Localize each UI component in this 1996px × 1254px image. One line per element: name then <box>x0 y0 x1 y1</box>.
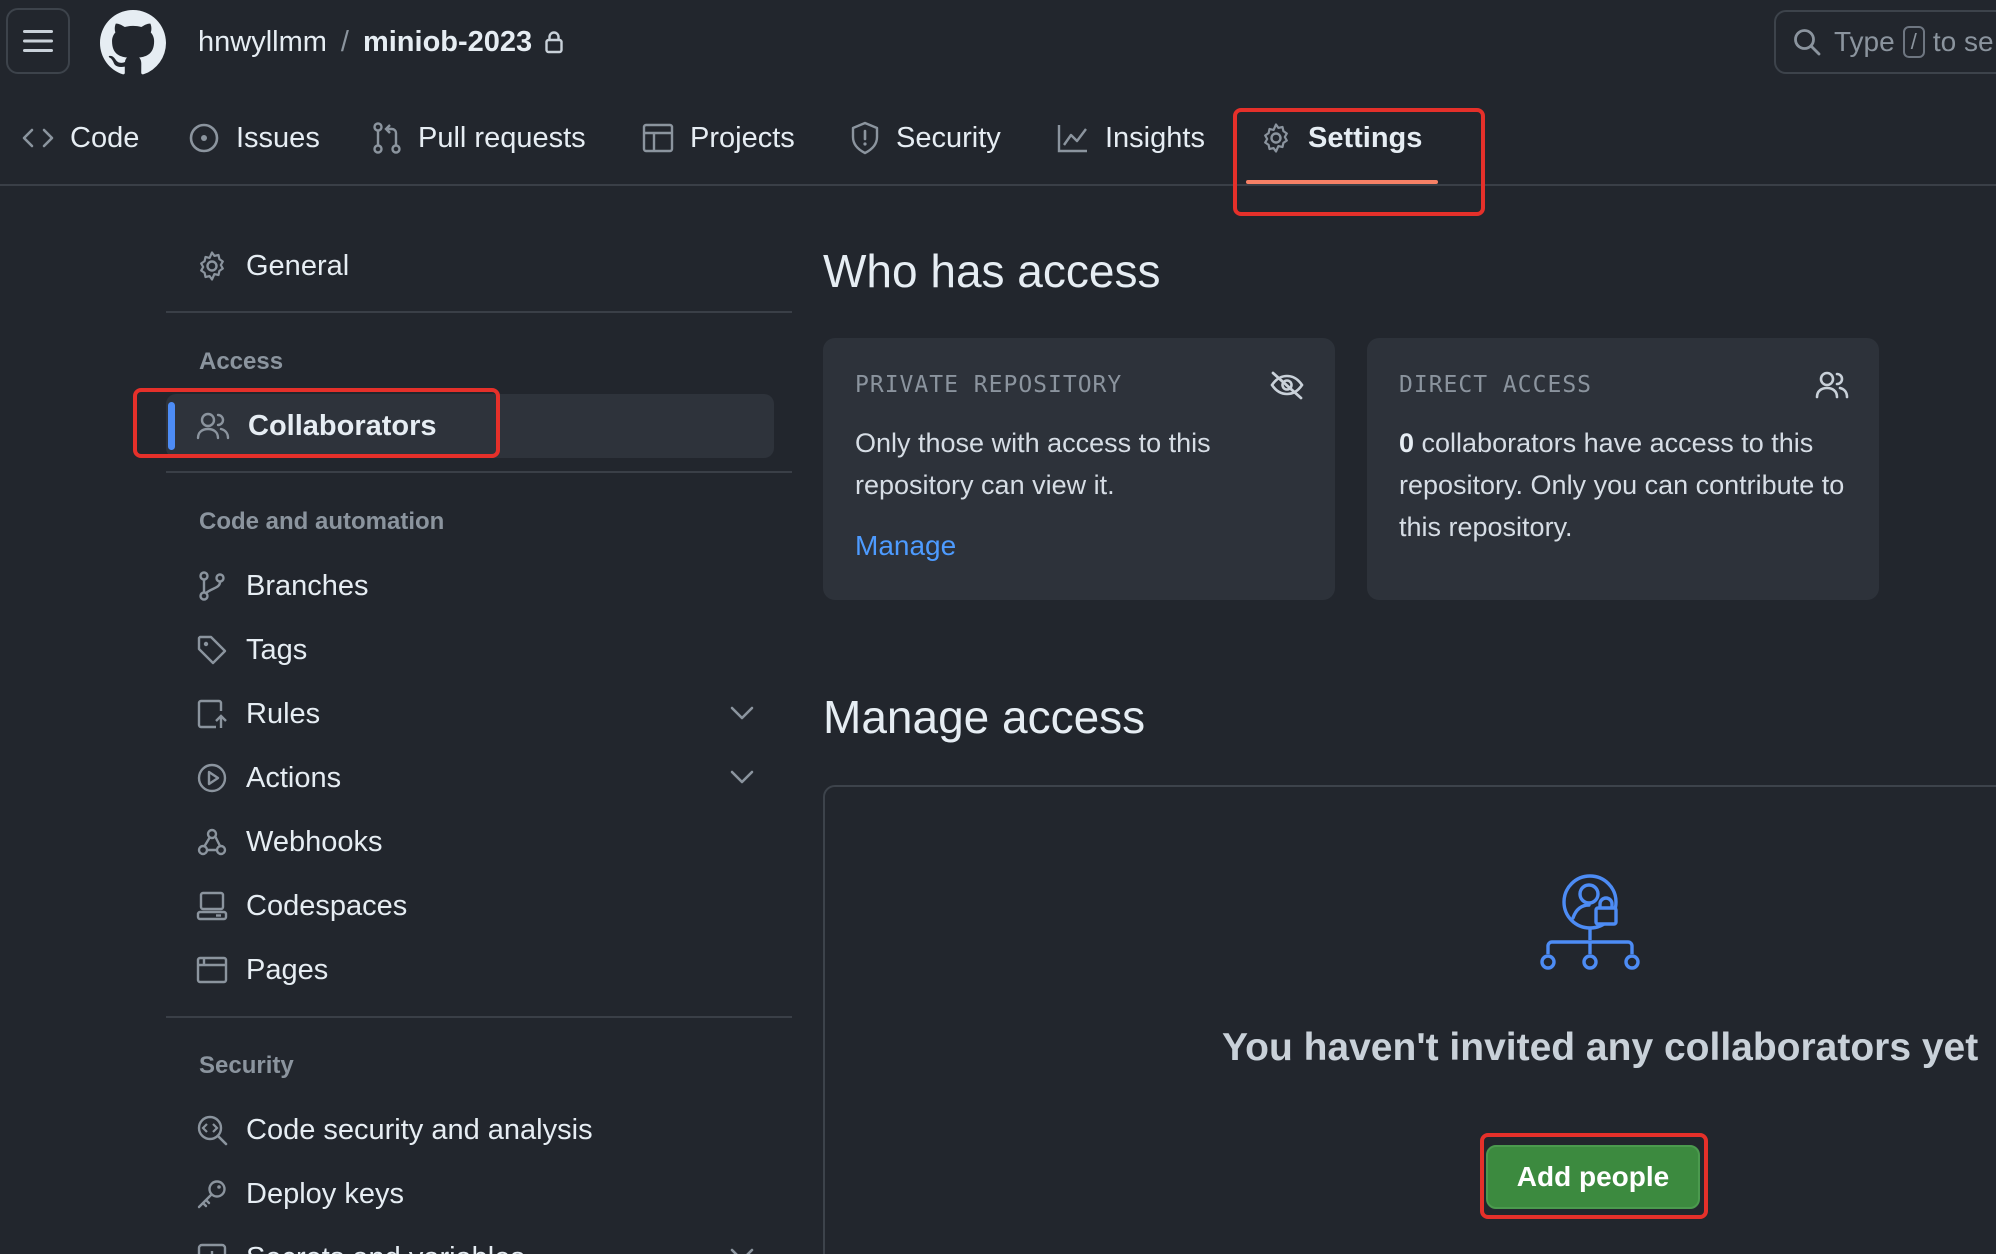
manage-link[interactable]: Manage <box>855 530 956 562</box>
manage-access-title: Manage access <box>823 691 1146 743</box>
hamburger-icon <box>23 30 53 52</box>
search-input[interactable]: Type / to se <box>1774 10 1996 74</box>
card-description: 0 collaborators have access to this repo… <box>1399 422 1859 548</box>
sidebar-item-label: Rules <box>246 697 321 730</box>
sidebar-item-secrets[interactable]: Secrets and variables <box>196 1230 525 1254</box>
github-logo-icon[interactable] <box>100 10 166 76</box>
sidebar-item-label: Secrets and variables <box>246 1242 525 1254</box>
shield-icon <box>851 121 879 155</box>
tab-label: Pull requests <box>418 121 586 154</box>
tab-issues[interactable]: Issues <box>188 108 320 168</box>
sidebar-item-rules[interactable]: Rules <box>196 686 320 742</box>
card-label: DIRECT ACCESS <box>1399 372 1593 398</box>
add-people-highlight <box>1480 1133 1708 1219</box>
sidebar-item-label: Code security and analysis <box>246 1113 593 1146</box>
tab-security[interactable]: Security <box>850 108 1001 168</box>
sidebar-heading-code-automation: Code and automation <box>199 508 445 535</box>
tab-projects[interactable]: Projects <box>642 108 795 168</box>
gear-icon <box>200 251 224 281</box>
card-description: Only those with access to this repositor… <box>855 428 1211 500</box>
tab-label: Insights <box>1105 121 1205 154</box>
lock-icon <box>544 30 564 54</box>
sidebar-item-webhooks[interactable]: Webhooks <box>196 814 383 870</box>
breadcrumb-separator: / <box>340 25 349 58</box>
search-shortcut-key: / <box>1902 26 1925 58</box>
collaborators-lock-icon <box>1540 874 1640 970</box>
sidebar-divider <box>166 311 792 313</box>
table-icon <box>642 123 674 153</box>
card-description-text: collaborators have access to this reposi… <box>1399 428 1845 542</box>
tab-label: Code <box>70 121 140 154</box>
chevron-down-icon[interactable] <box>728 704 756 722</box>
search-icon <box>1794 29 1821 56</box>
eye-closed-icon <box>1270 371 1304 400</box>
webhook-icon <box>197 828 227 856</box>
rules-icon <box>197 699 227 729</box>
repo-name-link[interactable]: miniob-2023 <box>363 26 532 59</box>
sidebar-item-codespaces[interactable]: Codespaces <box>196 878 407 934</box>
search-placeholder-prefix: Type <box>1834 26 1895 57</box>
menu-button[interactable] <box>6 8 70 74</box>
play-icon <box>197 763 227 793</box>
graph-icon <box>1057 125 1087 153</box>
tab-label: Security <box>896 121 1001 154</box>
tab-code[interactable]: Code <box>22 108 139 168</box>
repo-header: hnwyllmm / miniob-2023 Type / to se Code… <box>0 0 1996 186</box>
card-label: PRIVATE REPOSITORY <box>855 372 1123 398</box>
manage-access-box <box>823 785 1996 1254</box>
chevron-down-icon[interactable] <box>728 1246 756 1254</box>
people-icon <box>1815 371 1849 399</box>
who-has-access-title: Who has access <box>823 245 1161 297</box>
sidebar-divider <box>166 1016 792 1018</box>
sidebar-item-label: Codespaces <box>246 889 408 922</box>
sidebar-item-branches[interactable]: Branches <box>196 558 369 614</box>
codespaces-icon <box>196 891 228 921</box>
breadcrumb: hnwyllmm / miniob-2023 <box>198 22 564 62</box>
collaborator-count: 0 <box>1399 428 1415 458</box>
issue-icon <box>189 123 219 153</box>
search-placeholder-suffix: to se <box>1932 26 1994 57</box>
browser-icon <box>196 956 228 984</box>
branch-icon <box>199 571 225 601</box>
direct-access-card: DIRECT ACCESS 0 collaborators have acces… <box>1367 338 1879 600</box>
sidebar-heading-security: Security <box>199 1052 294 1079</box>
tag-icon <box>197 635 227 665</box>
sidebar-item-label: General <box>246 249 350 282</box>
sidebar-item-deploy-keys[interactable]: Deploy keys <box>196 1166 404 1222</box>
settings-tab-highlight <box>1233 108 1485 216</box>
sidebar-item-label: Deploy keys <box>246 1177 404 1210</box>
sidebar-item-label: Branches <box>246 569 369 602</box>
empty-state-title: You haven't invited any collaborators ye… <box>1222 1026 1979 1069</box>
sidebar-item-code-security[interactable]: Code security and analysis <box>196 1102 593 1158</box>
private-repository-card: PRIVATE REPOSITORY Only those with acces… <box>823 338 1335 600</box>
sidebar-divider <box>166 471 792 473</box>
repo-owner-link[interactable]: hnwyllmm <box>198 26 327 59</box>
tab-pull-requests[interactable]: Pull requests <box>372 108 586 168</box>
sidebar-item-label: Webhooks <box>246 825 383 858</box>
pull-request-icon <box>373 122 401 154</box>
key-icon <box>197 1180 226 1209</box>
sidebar-heading-access: Access <box>199 348 284 375</box>
codescan-icon <box>197 1115 228 1146</box>
code-icon <box>22 128 54 148</box>
sidebar-item-label: Actions <box>246 761 342 794</box>
tab-label: Projects <box>690 121 795 154</box>
tab-insights[interactable]: Insights <box>1057 108 1205 168</box>
sidebar-item-label: Tags <box>246 633 308 666</box>
sidebar-item-general[interactable]: General <box>196 238 349 294</box>
tab-label: Issues <box>236 121 320 154</box>
sidebar-item-actions[interactable]: Actions <box>196 750 341 806</box>
collaborators-highlight <box>133 388 500 458</box>
page: hnwyllmm / miniob-2023 Type / to se Code… <box>0 0 1996 1254</box>
chevron-down-icon[interactable] <box>728 768 756 786</box>
sidebar-item-label: Pages <box>246 953 329 986</box>
sidebar-item-pages[interactable]: Pages <box>196 942 328 998</box>
sidebar-item-tags[interactable]: Tags <box>196 622 307 678</box>
secret-icon <box>197 1243 227 1254</box>
